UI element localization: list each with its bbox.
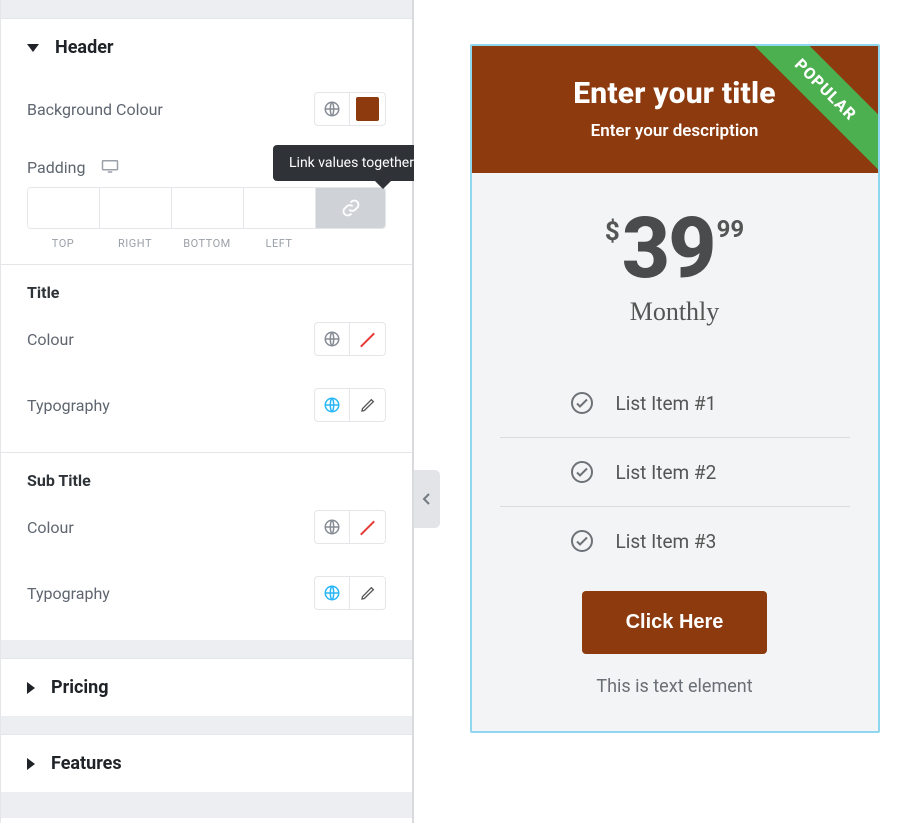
background-colour-controls bbox=[314, 92, 386, 126]
group-subtitle: Sub Title Colour Typography bbox=[1, 453, 412, 640]
padding-link-button[interactable] bbox=[316, 188, 385, 228]
under-cta-text: This is text element bbox=[500, 676, 850, 697]
responsive-icon[interactable] bbox=[101, 159, 119, 173]
price-currency: $ bbox=[605, 217, 620, 247]
panel-bottom-strip bbox=[1, 792, 412, 818]
title-group-heading: Title bbox=[27, 265, 386, 306]
panel-gap-1 bbox=[1, 640, 412, 658]
pencil-icon bbox=[360, 397, 376, 413]
globe-icon bbox=[323, 584, 341, 602]
padding-labels: TOP RIGHT BOTTOM LEFT bbox=[27, 237, 386, 250]
group-title: Title Colour Typography bbox=[1, 265, 412, 452]
title-colour-swatch[interactable] bbox=[350, 322, 386, 356]
tooltip-text: Link values together bbox=[289, 155, 414, 171]
feature-item: List Item #2 bbox=[500, 438, 850, 507]
section-header-toggle[interactable]: Header bbox=[1, 19, 412, 76]
panel-splitter bbox=[414, 0, 440, 823]
link-values-tooltip: Link values together bbox=[273, 145, 430, 181]
row-subtitle-colour: Colour bbox=[27, 494, 386, 560]
settings-panel: Header Background Colour bbox=[0, 0, 414, 823]
pencil-icon bbox=[360, 585, 376, 601]
padding-label: Padding bbox=[27, 158, 119, 177]
background-colour-label: Background Colour bbox=[27, 100, 163, 119]
cta-label: Click Here bbox=[626, 611, 724, 633]
globe-icon bbox=[323, 330, 341, 348]
padding-label-right: RIGHT bbox=[99, 237, 171, 250]
cta-button[interactable]: Click Here bbox=[582, 591, 768, 654]
card-header: POPULAR Enter your title Enter your desc… bbox=[472, 46, 878, 173]
check-circle-icon bbox=[570, 460, 594, 484]
padding-label-top: TOP bbox=[27, 237, 99, 250]
subtitle-typography-edit-button[interactable] bbox=[350, 576, 386, 610]
row-title-colour: Colour bbox=[27, 306, 386, 372]
link-icon bbox=[341, 198, 361, 218]
chevron-right-icon bbox=[27, 682, 35, 694]
title-global-colour-button[interactable] bbox=[314, 322, 350, 356]
subtitle-colour-swatch[interactable] bbox=[350, 510, 386, 544]
subtitle-global-colour-button[interactable] bbox=[314, 510, 350, 544]
chevron-left-icon bbox=[422, 492, 432, 506]
padding-label-text: Padding bbox=[27, 158, 85, 177]
title-typography-global-button[interactable] bbox=[314, 388, 350, 422]
feature-text: List Item #1 bbox=[616, 392, 717, 415]
desktop-icon bbox=[101, 159, 119, 173]
title-colour-label: Colour bbox=[27, 330, 74, 349]
subtitle-typography-label: Typography bbox=[27, 584, 110, 603]
padding-bottom-input[interactable] bbox=[172, 188, 244, 228]
padding-top-input[interactable] bbox=[28, 188, 100, 228]
padding-grid bbox=[27, 187, 386, 229]
section-pricing: Pricing bbox=[1, 658, 412, 716]
no-colour-icon bbox=[356, 515, 379, 539]
globe-icon bbox=[323, 100, 341, 118]
price: $ 39 99 bbox=[500, 207, 850, 291]
section-pricing-title: Pricing bbox=[51, 677, 108, 698]
feature-text: List Item #2 bbox=[616, 461, 717, 484]
row-background-colour: Background Colour bbox=[27, 76, 386, 142]
subtitle-colour-label: Colour bbox=[27, 518, 74, 537]
chevron-down-icon bbox=[27, 44, 39, 52]
panel-top-strip bbox=[1, 0, 412, 18]
section-features: Features bbox=[1, 734, 412, 792]
title-typography-edit-button[interactable] bbox=[350, 388, 386, 422]
no-colour-icon bbox=[356, 327, 379, 351]
feature-item: List Item #1 bbox=[500, 369, 850, 438]
card-body: $ 39 99 Monthly List Item #1 List Item #… bbox=[472, 173, 878, 731]
padding-right-input[interactable] bbox=[100, 188, 172, 228]
card-feature-list: List Item #1 List Item #2 List Item #3 bbox=[500, 369, 850, 575]
global-colour-button[interactable] bbox=[314, 92, 350, 126]
feature-item: List Item #3 bbox=[500, 507, 850, 575]
check-circle-icon bbox=[570, 391, 594, 415]
row-subtitle-typography: Typography bbox=[27, 560, 386, 626]
colour-swatch-icon bbox=[356, 97, 379, 121]
price-period: Monthly bbox=[500, 297, 850, 327]
padding-label-left: LEFT bbox=[243, 237, 315, 250]
section-features-toggle[interactable]: Features bbox=[1, 735, 412, 792]
section-features-title: Features bbox=[51, 753, 122, 774]
feature-text: List Item #3 bbox=[616, 530, 717, 553]
popular-ribbon: POPULAR bbox=[734, 44, 879, 181]
title-typography-label: Typography bbox=[27, 396, 110, 415]
preview-canvas: POPULAR Enter your title Enter your desc… bbox=[440, 0, 921, 823]
subtitle-typography-global-button[interactable] bbox=[314, 576, 350, 610]
padding-label-bottom: BOTTOM bbox=[171, 237, 243, 250]
globe-icon bbox=[323, 396, 341, 414]
panel-gap-2 bbox=[1, 716, 412, 734]
check-circle-icon bbox=[570, 529, 594, 553]
price-amount: 39 bbox=[622, 207, 715, 291]
section-pricing-toggle[interactable]: Pricing bbox=[1, 659, 412, 716]
section-header: Header Background Colour bbox=[1, 18, 412, 640]
price-decimals: 99 bbox=[717, 215, 745, 243]
padding-inputs: TOP RIGHT BOTTOM LEFT bbox=[27, 187, 386, 250]
section-header-title: Header bbox=[55, 37, 114, 58]
padding-left-input[interactable] bbox=[244, 188, 316, 228]
card-subtitle: Enter your description bbox=[488, 121, 862, 141]
background-colour-swatch[interactable] bbox=[350, 92, 386, 126]
row-title-typography: Typography bbox=[27, 372, 386, 438]
chevron-right-icon bbox=[27, 758, 35, 770]
ribbon-text: POPULAR bbox=[791, 55, 861, 125]
globe-icon bbox=[323, 518, 341, 536]
collapse-panel-button[interactable] bbox=[414, 470, 440, 528]
pricing-card[interactable]: POPULAR Enter your title Enter your desc… bbox=[470, 44, 880, 733]
subtitle-group-heading: Sub Title bbox=[27, 453, 386, 494]
